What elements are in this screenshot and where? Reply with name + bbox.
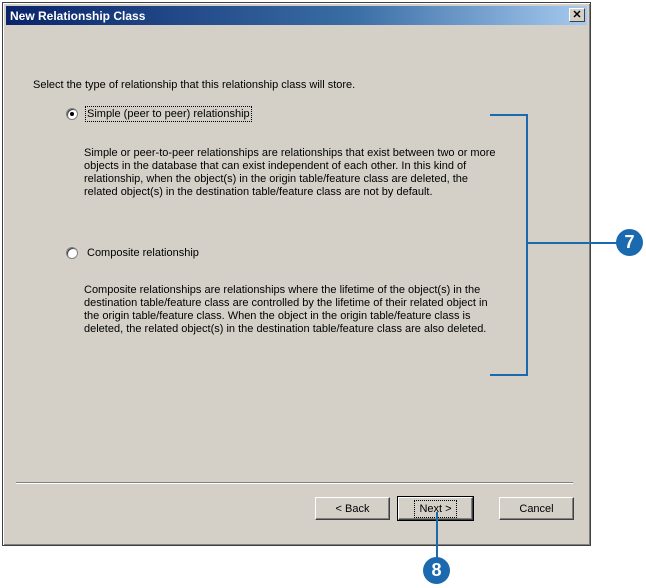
radio-option-simple[interactable]: Simple (peer to peer) relationship	[66, 106, 252, 122]
callout-pointer-line	[436, 512, 438, 562]
callout-bracket-bottom	[490, 374, 528, 376]
radio-option-composite[interactable]: Composite relationship	[66, 247, 199, 259]
instruction-text: Select the type of relationship that thi…	[33, 79, 356, 91]
step-8-callout: 8	[423, 557, 450, 584]
back-button-label: < Back	[335, 502, 370, 515]
radio-button-simple[interactable]	[66, 108, 78, 120]
simple-description: Simple or peer-to-peer relationships are…	[84, 147, 496, 198]
callout-bracket-connector	[528, 242, 618, 244]
callout-bracket-top	[490, 114, 528, 116]
dialog-content: Select the type of relationship that thi…	[0, 0, 646, 588]
back-button[interactable]: < Back	[315, 497, 390, 520]
radio-label-simple[interactable]: Simple (peer to peer) relationship	[85, 106, 252, 122]
cancel-button[interactable]: Cancel	[499, 497, 574, 520]
step-7-callout: 7	[616, 229, 643, 256]
radio-button-composite[interactable]	[66, 247, 78, 259]
callout-bracket	[526, 114, 528, 376]
cancel-button-label: Cancel	[519, 502, 554, 515]
composite-description: Composite relationships are relationship…	[84, 284, 488, 335]
radio-label-composite[interactable]: Composite relationship	[87, 247, 199, 259]
footer-separator-highlight	[16, 483, 573, 484]
